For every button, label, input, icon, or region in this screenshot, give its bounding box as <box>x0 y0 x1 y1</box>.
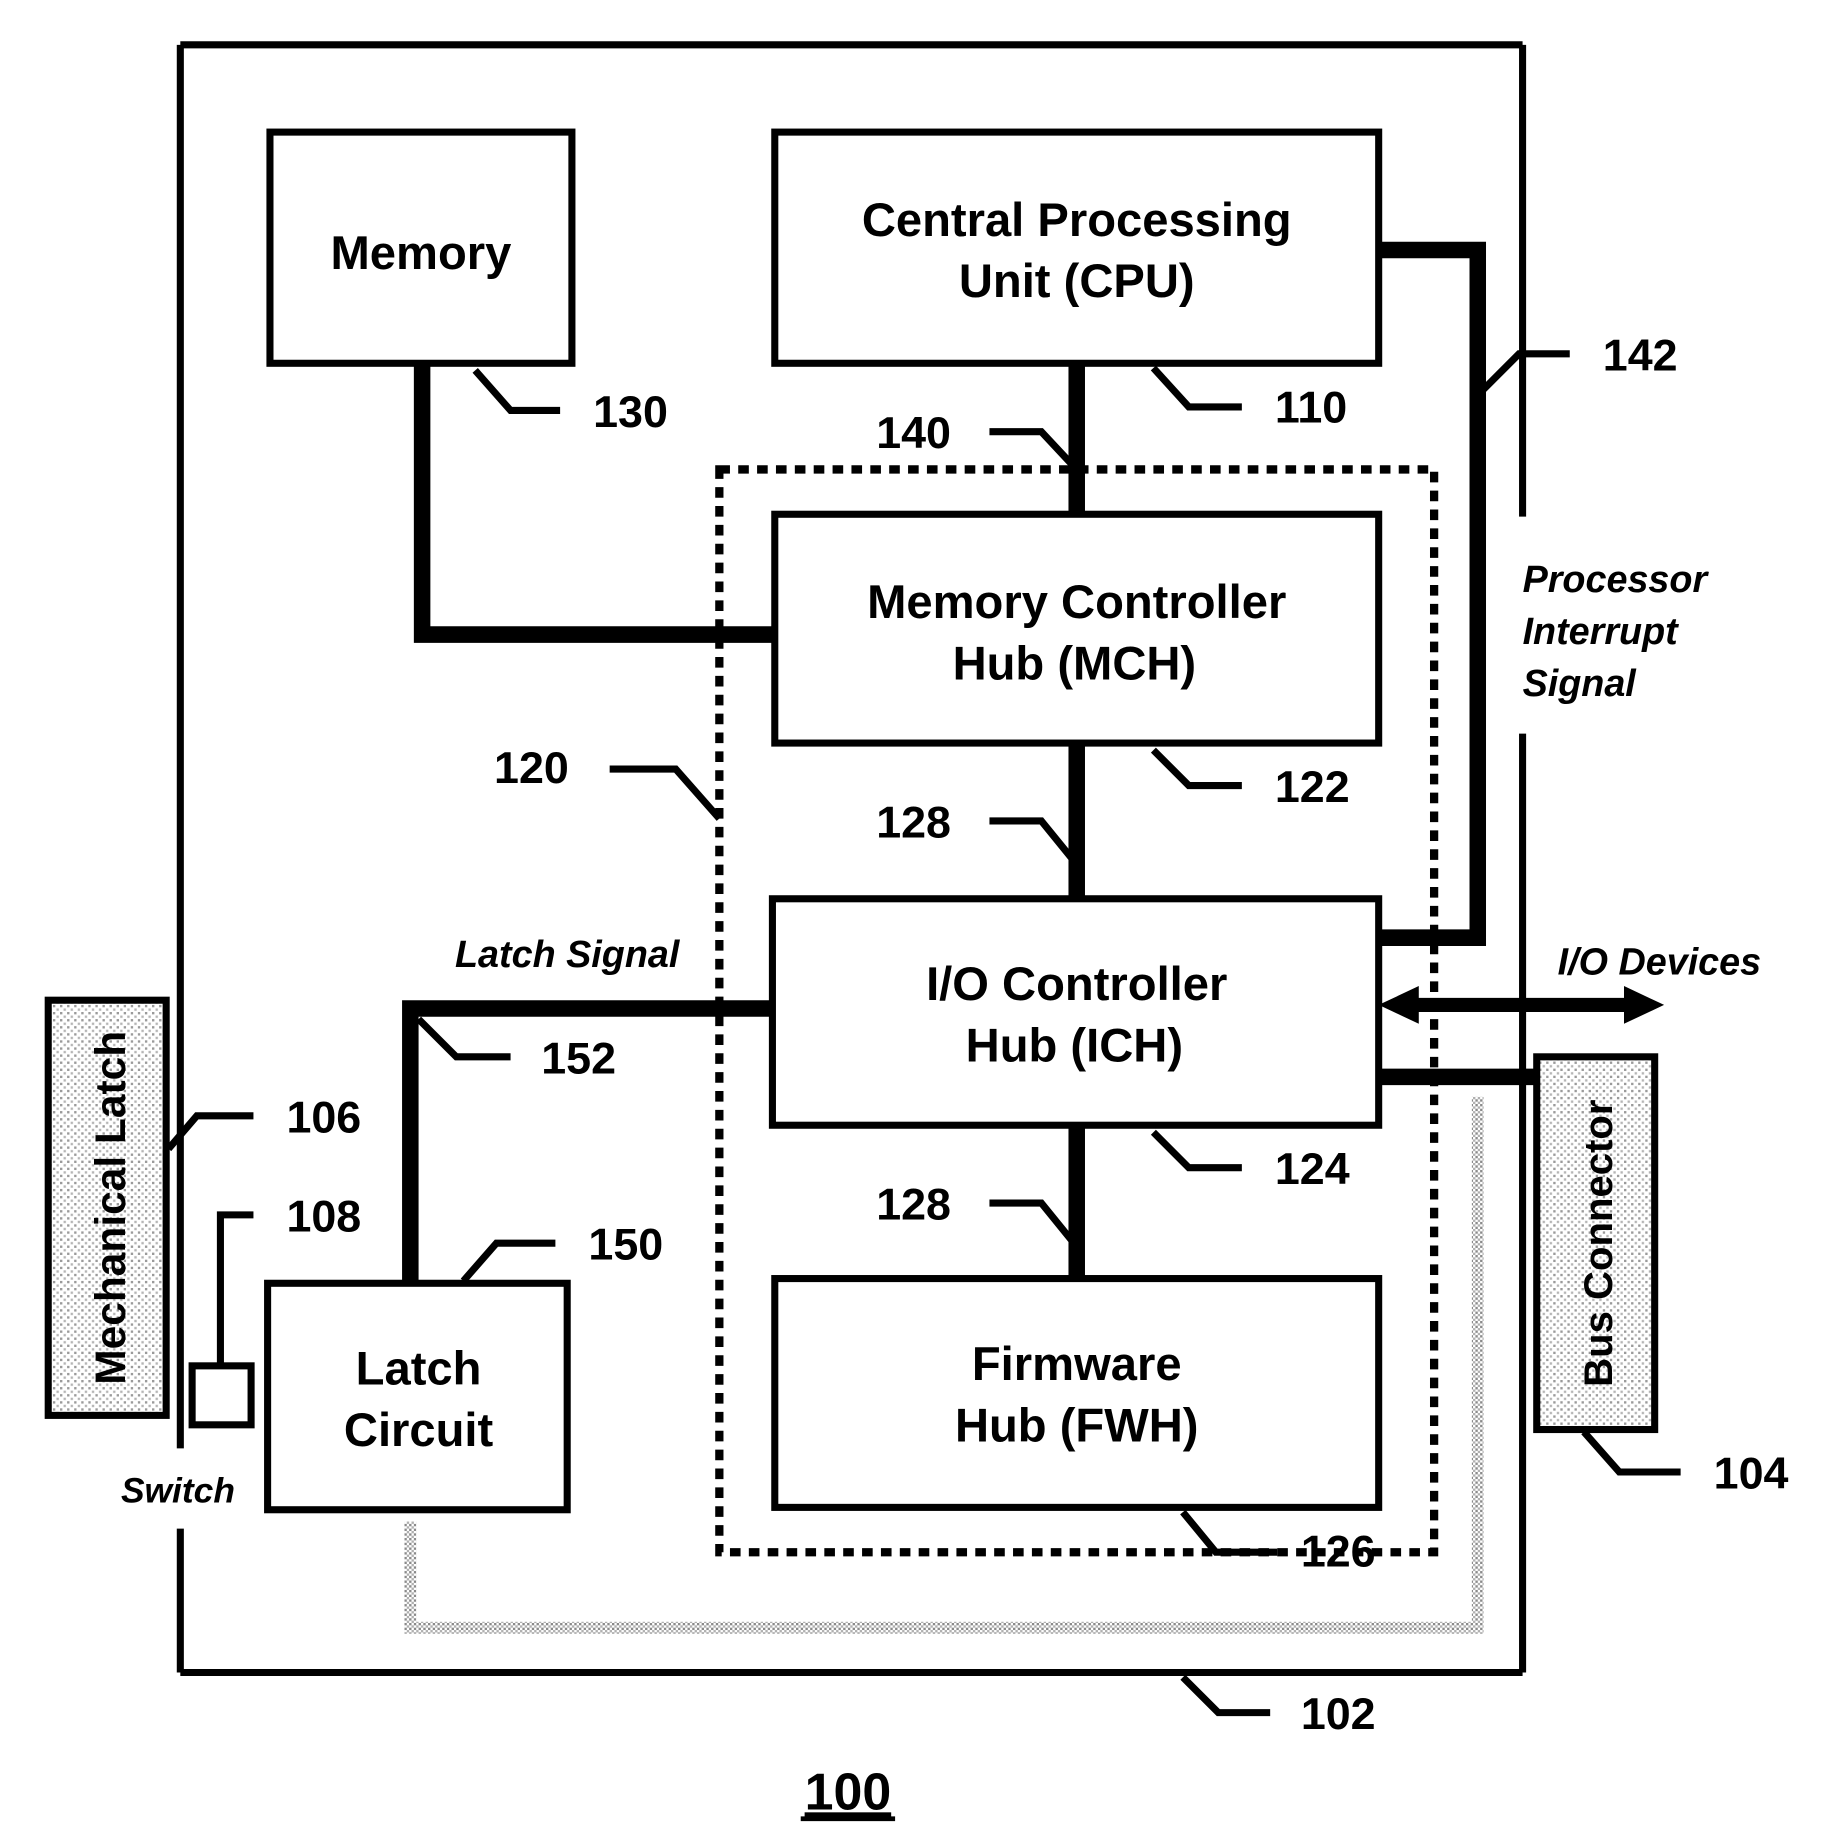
latch-circuit-label-line1: Latch <box>356 1342 482 1395</box>
memory-block: Memory <box>266 128 576 367</box>
cpu-label-line2: Unit (CPU) <box>959 254 1195 307</box>
interrupt-label-line2: Interrupt <box>1523 610 1680 652</box>
cpu-block: Central Processing Unit (CPU) <box>771 128 1383 367</box>
ref-104: 104 <box>1714 1449 1789 1499</box>
ref-126: 126 <box>1301 1526 1376 1576</box>
mch-label-line2: Hub (MCH) <box>953 636 1197 689</box>
fwh-label-line2: Hub (FWH) <box>955 1398 1199 1451</box>
ref-102: 102 <box>1301 1689 1376 1739</box>
ref-108: 108 <box>286 1191 361 1241</box>
mch-block: Memory Controller Hub (MCH) <box>771 510 1383 747</box>
ref-128-upper: 128 <box>876 797 951 847</box>
mechanical-latch: Mechanical Latch <box>44 996 170 1419</box>
ref-150: 150 <box>588 1220 663 1270</box>
cpu-label-line1: Central Processing <box>862 193 1292 246</box>
ref-110: 110 <box>1275 382 1347 432</box>
latch-circuit-block: Latch Circuit <box>264 1279 571 1514</box>
ref-128-lower: 128 <box>876 1180 951 1230</box>
ich-label-line2: Hub (ICH) <box>966 1019 1183 1072</box>
bus-connector-label: Bus Connector <box>1577 1099 1621 1386</box>
ref-120: 120 <box>494 743 569 793</box>
interrupt-signal-line <box>1378 241 1487 946</box>
ref-130: 130 <box>593 387 668 437</box>
diagram-stage: Memory Central Processing Unit (CPU) Mem… <box>0 0 1835 1840</box>
ref-106: 106 <box>286 1092 361 1142</box>
interrupt-label-line3: Signal <box>1523 662 1638 704</box>
ref-152: 152 <box>541 1033 616 1083</box>
ref-124: 124 <box>1275 1144 1350 1194</box>
ref-122: 122 <box>1275 762 1350 812</box>
fwh-block: Firmware Hub (FWH) <box>771 1275 1383 1511</box>
switch-label: Switch <box>121 1472 235 1511</box>
io-devices-label: I/O Devices <box>1558 940 1761 982</box>
memory-label: Memory <box>331 226 512 279</box>
ref-140: 140 <box>876 408 951 458</box>
figure-number: 100 <box>805 1762 892 1820</box>
ich-block: I/O Controller Hub (ICH) <box>768 895 1383 1129</box>
block-diagram: Memory Central Processing Unit (CPU) Mem… <box>44 41 1789 1822</box>
ich-label-line1: I/O Controller <box>926 957 1227 1010</box>
ref-142: 142 <box>1603 330 1678 380</box>
fwh-label-line1: Firmware <box>972 1337 1182 1390</box>
mechanical-latch-label: Mechanical Latch <box>87 1031 134 1385</box>
bus-connector: Bus Connector <box>1533 1053 1659 1434</box>
interrupt-label-line1: Processor <box>1523 558 1710 600</box>
latch-signal-label: Latch Signal <box>455 933 681 975</box>
latch-circuit-label-line2: Circuit <box>344 1403 494 1456</box>
mch-label-line1: Memory Controller <box>867 575 1286 628</box>
